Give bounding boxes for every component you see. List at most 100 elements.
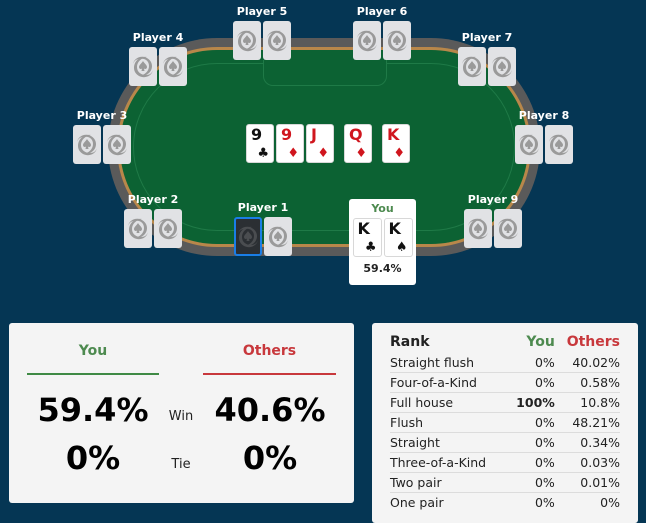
card-back[interactable]: [494, 209, 522, 248]
card-back[interactable]: [154, 209, 182, 248]
spade-swirl-logo-icon: [77, 134, 97, 155]
card-back[interactable]: [545, 125, 573, 164]
seat-player-2[interactable]: Player 2: [124, 193, 182, 248]
card-back[interactable]: [488, 47, 516, 86]
card-rank: K: [357, 219, 370, 238]
player-name: Player 8: [518, 109, 570, 122]
hand-rank-table: Rank You Others Straight flush 0% 40.02%…: [390, 332, 620, 512]
player-name: Player 7: [461, 31, 513, 44]
spade-swirl-logo-icon: [158, 218, 178, 239]
you-tie-value: 0%: [65, 439, 121, 477]
card-back-selected[interactable]: [234, 217, 262, 256]
rank-name: Two pair: [390, 472, 508, 493]
card-rank: J: [311, 125, 317, 144]
rank-name: Straight: [390, 432, 508, 453]
hand-rank-panel: Rank You Others Straight flush 0% 40.02%…: [372, 323, 638, 523]
card-rank: 9: [281, 125, 293, 144]
player-name: Player 1: [237, 201, 289, 214]
spade-suit-icon: ♠: [395, 240, 408, 255]
hero-seat[interactable]: You K ♣ K ♠ 59.4%: [349, 199, 416, 285]
board-card-2[interactable]: 9 ♦: [276, 124, 304, 163]
spade-swirl-logo-icon: [492, 56, 512, 77]
spade-swirl-logo-icon: [357, 30, 377, 51]
player-name: Player 6: [356, 5, 408, 18]
card-back[interactable]: [263, 21, 291, 60]
card-rank: K: [388, 219, 401, 238]
spade-swirl-logo-icon: [268, 226, 288, 247]
felt-dealer-notch: [263, 60, 387, 86]
others-tie-value: 0%: [242, 439, 298, 477]
player-name: Player 2: [127, 193, 179, 206]
card-back[interactable]: [103, 125, 131, 164]
seat-player-5[interactable]: Player 5: [233, 5, 291, 60]
others-pct: 0.01%: [554, 472, 620, 493]
rank-name: Three-of-a-Kind: [390, 452, 508, 473]
card-back[interactable]: [353, 21, 381, 60]
card-back[interactable]: [458, 47, 486, 86]
rank-name: Full house: [390, 392, 508, 413]
card-rank: 9: [251, 125, 263, 144]
you-header: You: [526, 334, 555, 350]
others-win-value: 40.6%: [214, 391, 326, 429]
you-pct: 0%: [507, 432, 555, 453]
others-pct: 0.58%: [554, 372, 620, 393]
rank-name: One pair: [390, 495, 444, 510]
seat-player-1[interactable]: Player 1: [234, 201, 292, 256]
seat-player-6[interactable]: Player 6: [353, 5, 411, 60]
club-suit-icon: ♣: [364, 240, 377, 255]
seat-player-9[interactable]: Player 9: [464, 193, 522, 248]
card-back[interactable]: [264, 217, 292, 256]
card-rank: Q: [349, 125, 363, 144]
player-name: Player 9: [467, 193, 519, 206]
spade-swirl-logo-icon: [267, 30, 287, 51]
board-card-3[interactable]: J ♦: [306, 124, 334, 163]
hero-card-2[interactable]: K ♠: [383, 218, 413, 257]
others-pct: 10.8%: [554, 392, 620, 413]
you-pct: 0%: [507, 412, 555, 433]
card-rank: K: [387, 125, 400, 144]
spade-swirl-logo-icon: [238, 226, 258, 247]
seat-player-3[interactable]: Player 3: [73, 109, 131, 164]
others-underline: [203, 373, 336, 375]
community-cards: 9 ♣ 9 ♦ J ♦ Q ♦ K ♦: [246, 124, 410, 163]
you-column-header: You: [78, 343, 108, 359]
spade-swirl-logo-icon: [549, 134, 569, 155]
spade-swirl-logo-icon: [133, 56, 153, 77]
card-back[interactable]: [233, 21, 261, 60]
board-card-4[interactable]: Q ♦: [344, 124, 372, 163]
rank-header: Rank: [390, 334, 430, 350]
club-suit-icon: ♣: [257, 146, 269, 161]
card-back[interactable]: [73, 125, 101, 164]
table-row: Two pair 0% 0.01%: [390, 472, 620, 493]
seat-player-4[interactable]: Player 4: [129, 31, 187, 86]
board-card-5[interactable]: K ♦: [382, 124, 410, 163]
others-pct: 40.02%: [554, 353, 620, 373]
table-row: Straight 0% 0.34%: [390, 432, 620, 453]
card-back[interactable]: [159, 47, 187, 86]
card-back[interactable]: [464, 209, 492, 248]
card-back[interactable]: [124, 209, 152, 248]
hero-card-1[interactable]: K ♣: [352, 218, 382, 257]
you-win-value: 59.4%: [37, 391, 149, 429]
player-name: Player 3: [76, 109, 128, 122]
table-row: Straight flush 0% 40.02%: [390, 353, 620, 373]
others-header: Others: [566, 334, 620, 350]
you-pct: 0%: [507, 452, 555, 473]
equity-summary-panel: You Others 59.4% Win 40.6% 0% Tie 0%: [9, 323, 354, 503]
rank-name: Flush: [390, 412, 508, 433]
you-underline: [27, 373, 159, 375]
card-back[interactable]: [515, 125, 543, 164]
seat-player-8[interactable]: Player 8: [515, 109, 573, 164]
card-back[interactable]: [129, 47, 157, 86]
card-back[interactable]: [383, 21, 411, 60]
others-column-header: Others: [242, 343, 297, 359]
spade-swirl-logo-icon: [387, 30, 407, 51]
diamond-suit-icon: ♦: [287, 146, 299, 161]
seat-player-7[interactable]: Player 7: [458, 31, 516, 86]
spade-swirl-logo-icon: [468, 218, 488, 239]
board-card-1[interactable]: 9 ♣: [246, 124, 274, 163]
table-row: Flush 0% 48.21%: [390, 412, 620, 433]
table-row: One pair 0% 0%: [390, 493, 620, 513]
others-pct: 0%: [600, 495, 620, 510]
you-pct: 100%: [507, 392, 555, 413]
